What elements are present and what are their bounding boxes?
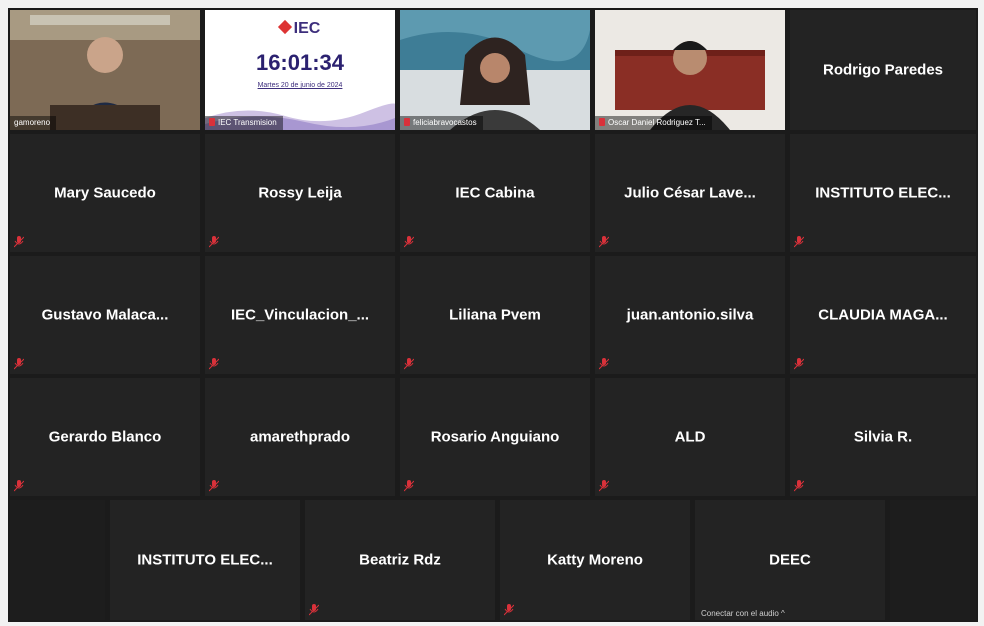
mic-muted-icon	[794, 480, 804, 492]
video-tile[interactable]: Oscar Daniel Rodriguez T...	[595, 10, 785, 130]
mic-muted-icon	[209, 358, 219, 370]
participant-name-label: IEC Transmision	[205, 116, 283, 130]
mic-muted-icon	[404, 480, 414, 492]
mic-muted-icon	[209, 236, 219, 248]
participant-name: IEC Cabina	[455, 184, 535, 202]
participant-tile[interactable]: Gerardo Blanco	[10, 378, 200, 496]
participant-name: Silvia R.	[853, 428, 913, 446]
participant-name: INSTITUTO ELEC...	[137, 551, 273, 569]
mic-muted-icon	[14, 358, 24, 370]
clock-date: Martes 20 de junio de 2024	[257, 82, 343, 89]
participant-tile[interactable]: Rosario Anguiano	[400, 378, 590, 496]
participant-tile[interactable]: IEC Cabina	[400, 134, 590, 252]
participant-video	[595, 10, 785, 130]
mic-muted-icon	[599, 480, 609, 492]
participant-video	[10, 10, 200, 130]
participant-name: amarethprado	[249, 428, 351, 446]
participant-tile[interactable]: Rodrigo Paredes	[790, 10, 976, 130]
participant-name: Liliana Pvem	[449, 306, 541, 324]
mic-muted-icon	[599, 358, 609, 370]
mic-muted-icon	[209, 118, 215, 126]
mic-muted-icon	[599, 236, 609, 248]
participant-tile[interactable]: Liliana Pvem	[400, 256, 590, 374]
clock-time: 16:01:34	[255, 50, 345, 75]
video-tile[interactable]: IEC 16:01:34 Martes 20 de junio de 2024 …	[205, 10, 395, 130]
mic-muted-icon	[794, 358, 804, 370]
mic-muted-icon	[599, 118, 605, 126]
mic-muted-icon	[404, 118, 410, 126]
participant-video	[400, 10, 590, 130]
participant-tile[interactable]: Julio César Lave...	[595, 134, 785, 252]
mic-muted-icon	[794, 236, 804, 248]
mic-muted-icon	[14, 236, 24, 248]
participant-tile[interactable]: INSTITUTO ELEC...	[110, 500, 300, 620]
gallery-view: gamoreno IEC 16:01:34 Martes 20 de junio…	[8, 8, 978, 622]
mic-muted-icon	[14, 480, 24, 492]
participant-tile[interactable]: DEEC Conectar con el audio ^	[695, 500, 885, 620]
participant-name-label: feliciabravocastos	[400, 116, 483, 130]
participant-name: Gerardo Blanco	[48, 428, 162, 446]
connect-audio-hint[interactable]: Conectar con el audio ^	[701, 609, 785, 618]
participant-name: juan.antonio.silva	[626, 306, 754, 324]
participant-name: Julio César Lave...	[624, 184, 756, 202]
participant-tile[interactable]: juan.antonio.silva	[595, 256, 785, 374]
iec-logo-icon	[277, 19, 292, 35]
empty-slot	[10, 500, 105, 620]
participant-name: IEC_Vinculacion_...	[230, 306, 370, 324]
participant-tile[interactable]: Beatriz Rdz	[305, 500, 495, 620]
participant-tile[interactable]: ALD	[595, 378, 785, 496]
participant-tile[interactable]: Gustavo Malaca...	[10, 256, 200, 374]
empty-slot	[890, 500, 976, 620]
participant-name: Gustavo Malaca...	[41, 306, 169, 324]
participant-name: Katty Moreno	[547, 551, 643, 569]
participant-name: Beatriz Rdz	[359, 551, 441, 569]
participant-tile[interactable]: CLAUDIA MAGA...	[790, 256, 976, 374]
mic-muted-icon	[504, 604, 514, 616]
participant-tile[interactable]: amarethprado	[205, 378, 395, 496]
video-tile-active-speaker[interactable]: feliciabravocastos	[400, 10, 590, 130]
participant-tile[interactable]: IEC_Vinculacion_...	[205, 256, 395, 374]
participant-tile[interactable]: Silvia R.	[790, 378, 976, 496]
participant-name: Rodrigo Paredes	[822, 61, 944, 79]
participant-name-label: gamoreno	[10, 116, 57, 130]
mic-muted-icon	[309, 604, 319, 616]
participant-name: Rossy Leija	[258, 184, 342, 202]
video-tile[interactable]: gamoreno	[10, 10, 200, 130]
participant-tile[interactable]: Rossy Leija	[205, 134, 395, 252]
participant-tile[interactable]: Mary Saucedo	[10, 134, 200, 252]
mic-muted-icon	[209, 480, 219, 492]
participant-name: Mary Saucedo	[54, 184, 156, 202]
participant-name-label: Oscar Daniel Rodriguez T...	[595, 116, 712, 130]
participant-tile[interactable]: INSTITUTO ELEC...	[790, 134, 976, 252]
participant-name: DEEC	[769, 551, 811, 569]
participant-name: CLAUDIA MAGA...	[818, 306, 948, 324]
mic-muted-icon	[404, 358, 414, 370]
participant-name: INSTITUTO ELEC...	[815, 184, 951, 202]
participant-tile[interactable]: Katty Moreno	[500, 500, 690, 620]
iec-logo: IEC	[205, 19, 395, 38]
mic-muted-icon	[404, 236, 414, 248]
participant-name: ALD	[674, 428, 706, 446]
participant-name: Rosario Anguiano	[430, 428, 560, 446]
